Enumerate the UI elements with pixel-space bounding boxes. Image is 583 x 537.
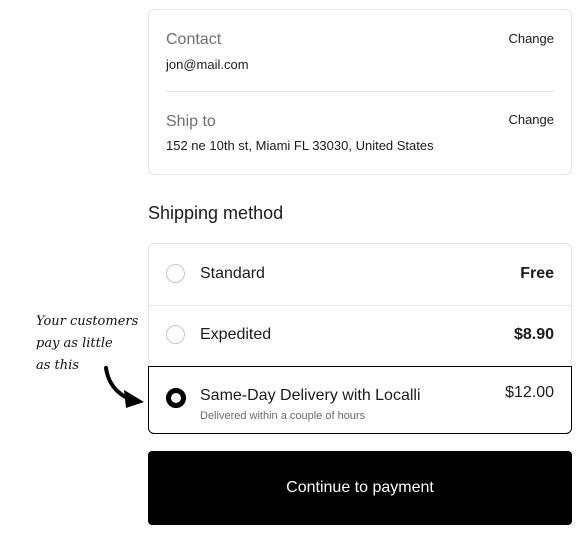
continue-to-payment-button[interactable]: Continue to payment bbox=[148, 451, 572, 525]
shipping-option-same-day[interactable]: Same-Day Delivery with Localli Delivered… bbox=[148, 366, 572, 434]
radio-button-selected[interactable] bbox=[166, 388, 186, 408]
contact-label: Contact bbox=[166, 31, 222, 48]
ship-to-row: Ship to 152 ne 10th st, Miami FL 33030, … bbox=[166, 92, 554, 176]
shipping-option-standard[interactable]: Standard Free bbox=[149, 244, 571, 306]
option-price: $8.90 bbox=[513, 326, 554, 343]
option-label: Same-Day Delivery with Localli bbox=[200, 387, 421, 404]
change-ship-to-link[interactable]: Change bbox=[508, 112, 554, 127]
option-label: Standard bbox=[200, 265, 265, 282]
contact-row: Contact jon@mail.com Change bbox=[166, 10, 554, 92]
option-price: Free bbox=[520, 265, 554, 282]
shipping-options: Standard Free Expedited $8.90 bbox=[148, 243, 572, 366]
option-price: $12.00 bbox=[505, 384, 554, 401]
option-label: Expedited bbox=[200, 326, 272, 343]
curved-arrow-icon bbox=[104, 366, 144, 408]
ship-to-value: 152 ne 10th st, Miami FL 33030, United S… bbox=[166, 138, 434, 153]
shipping-option-expedited[interactable]: Expedited $8.90 bbox=[149, 305, 571, 366]
ship-to-label: Ship to bbox=[166, 113, 216, 130]
radio-button[interactable] bbox=[166, 264, 185, 283]
radio-button[interactable] bbox=[166, 325, 185, 344]
option-sublabel: Delivered within a couple of hours bbox=[200, 410, 366, 422]
contact-value: jon@mail.com bbox=[166, 57, 249, 72]
annotation-line: Your customers bbox=[36, 314, 139, 329]
shipping-method-heading: Shipping method bbox=[148, 203, 284, 223]
info-card: Contact jon@mail.com Change Ship to 152 … bbox=[148, 9, 572, 175]
annotation-line: pay as little bbox=[36, 336, 113, 351]
change-contact-link[interactable]: Change bbox=[508, 31, 554, 46]
